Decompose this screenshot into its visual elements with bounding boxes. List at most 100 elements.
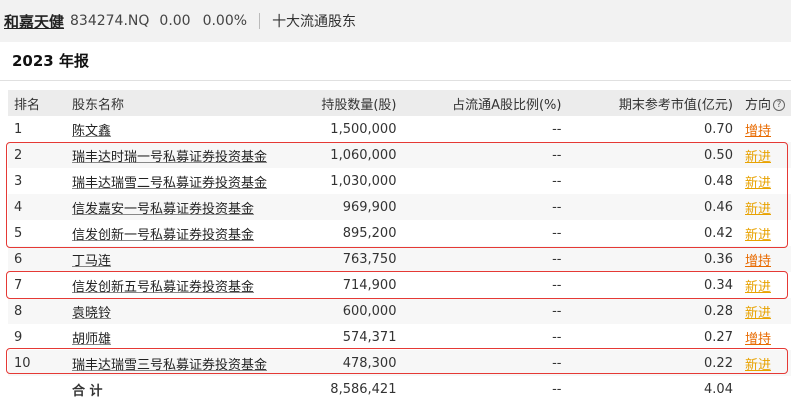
total-shares: 8,586,421 bbox=[284, 376, 403, 402]
stock-header: 和嘉天健 834274.NQ 0.00 0.00% 十大流通股东 bbox=[0, 0, 791, 42]
market-value-cell: 0.28 bbox=[567, 298, 739, 324]
direction-cell[interactable]: 新进 bbox=[738, 298, 791, 324]
question-circle-icon[interactable]: ? bbox=[773, 99, 785, 111]
holder-name-link[interactable]: 信发创新一号私募证券投资基金 bbox=[72, 228, 254, 243]
ratio-cell: -- bbox=[552, 173, 562, 189]
shareholders-table: 排名 股东名称 持股数量(股) 占流通A股比例(%) 期末参考市值(亿元) 方向… bbox=[8, 90, 791, 402]
shares-cell: 1,500,000 bbox=[330, 121, 397, 137]
col-rank: 排名 bbox=[14, 97, 41, 113]
direction-cell[interactable]: 增持 bbox=[738, 246, 791, 272]
rank-cell: 4 bbox=[8, 194, 66, 220]
table-row: 4 信发嘉安一号私募证券投资基金 969,900 -- 0.46 新进 bbox=[8, 194, 791, 220]
col-holder-name: 股东名称 bbox=[72, 97, 125, 113]
ratio-cell: -- bbox=[552, 121, 562, 137]
market-value-cell: 0.70 bbox=[704, 121, 733, 137]
total-market-value: 4.04 bbox=[567, 376, 739, 402]
holder-name-cell[interactable]: 丁马连 bbox=[66, 246, 284, 272]
header-divider bbox=[259, 13, 261, 29]
table-row: 10 瑞丰达瑞雪三号私募证券投资基金 478,300 -- 0.22 新进 bbox=[8, 350, 791, 376]
holder-name-link[interactable]: 丁马连 bbox=[72, 254, 111, 269]
rank-cell: 6 bbox=[8, 246, 66, 272]
holder-name-link[interactable]: 袁晓铃 bbox=[72, 306, 111, 321]
direction-cell[interactable]: 新进 bbox=[739, 168, 791, 194]
holder-name-link[interactable]: 信发嘉安一号私募证券投资基金 bbox=[72, 202, 254, 217]
stock-price: 0.00 bbox=[159, 13, 191, 29]
holder-name-link[interactable]: 信发创新五号私募证券投资基金 bbox=[72, 280, 254, 295]
holder-name-link[interactable]: 瑞丰达瑞雪三号私募证券投资基金 bbox=[72, 358, 267, 373]
holder-name-cell[interactable]: 信发嘉安一号私募证券投资基金 bbox=[66, 194, 284, 220]
market-value-cell: 0.48 bbox=[704, 173, 733, 189]
rank-cell: 10 bbox=[8, 350, 66, 376]
holder-name-link[interactable]: 胡师雄 bbox=[72, 332, 111, 347]
table-row: 6 丁马连 763,750 -- 0.36 增持 bbox=[8, 246, 791, 272]
holder-name-cell[interactable]: 瑞丰达瑞雪三号私募证券投资基金 bbox=[66, 350, 284, 376]
stock-change-pct: 0.00% bbox=[202, 13, 248, 29]
table-row: 2 瑞丰达时瑞一号私募证券投资基金 1,060,000 -- 0.50 新进 bbox=[8, 142, 791, 168]
section-title: 十大流通股东 bbox=[272, 14, 357, 30]
direction-cell[interactable]: 新进 bbox=[738, 142, 791, 168]
table-row: 3 瑞丰达瑞雪二号私募证券投资基金 1,030,000 -- 0.48 新进 bbox=[8, 168, 791, 194]
col-shares: 持股数量(股) bbox=[321, 97, 397, 113]
table-row: 5 信发创新一号私募证券投资基金 895,200 -- 0.42 新进 bbox=[8, 220, 791, 246]
market-value-cell: 0.36 bbox=[567, 246, 739, 272]
rank-cell: 5 bbox=[14, 225, 23, 241]
table-row: 7 信发创新五号私募证券投资基金 714,900 -- 0.34 新进 bbox=[8, 272, 791, 298]
total-spacer bbox=[8, 376, 66, 402]
rank-cell: 3 bbox=[14, 173, 23, 189]
direction-cell[interactable]: 新进 bbox=[739, 220, 791, 246]
ratio-cell: -- bbox=[402, 350, 568, 376]
market-value-cell: 0.22 bbox=[567, 350, 739, 376]
shares-cell: 895,200 bbox=[342, 225, 397, 241]
holder-name-cell[interactable]: 陈文鑫 bbox=[66, 116, 284, 142]
rank-cell: 1 bbox=[14, 121, 23, 137]
shares-cell: 478,300 bbox=[284, 350, 403, 376]
holder-name-cell[interactable]: 信发创新五号私募证券投资基金 bbox=[66, 272, 284, 298]
ratio-cell: -- bbox=[402, 298, 568, 324]
holder-name-cell[interactable]: 信发创新一号私募证券投资基金 bbox=[66, 220, 284, 246]
ratio-cell: -- bbox=[402, 142, 568, 168]
holder-name-link[interactable]: 瑞丰达时瑞一号私募证券投资基金 bbox=[72, 150, 267, 165]
ratio-cell: -- bbox=[402, 194, 568, 220]
table-header-row: 排名 股东名称 持股数量(股) 占流通A股比例(%) 期末参考市值(亿元) 方向… bbox=[8, 90, 791, 116]
shares-cell: 600,000 bbox=[284, 298, 403, 324]
total-label: 合 计 bbox=[66, 376, 284, 402]
market-value-cell: 0.34 bbox=[704, 277, 733, 293]
divider bbox=[0, 80, 791, 81]
holder-name-link[interactable]: 瑞丰达瑞雪二号私募证券投资基金 bbox=[72, 176, 267, 191]
holder-name-cell[interactable]: 瑞丰达瑞雪二号私募证券投资基金 bbox=[66, 168, 284, 194]
rank-cell: 2 bbox=[8, 142, 66, 168]
ratio-cell: -- bbox=[552, 225, 562, 241]
ratio-cell: -- bbox=[552, 277, 562, 293]
stock-name[interactable]: 和嘉天健 bbox=[4, 11, 64, 32]
market-value-cell: 0.46 bbox=[567, 194, 739, 220]
table-row: 9 胡师雄 574,371 -- 0.27 增持 bbox=[8, 324, 791, 350]
shares-cell: 1,060,000 bbox=[284, 142, 403, 168]
direction-cell[interactable]: 新进 bbox=[738, 350, 791, 376]
direction-cell[interactable]: 新进 bbox=[738, 194, 791, 220]
holder-name-cell[interactable]: 袁晓铃 bbox=[66, 298, 284, 324]
direction-cell[interactable]: 增持 bbox=[739, 324, 791, 350]
table-row: 8 袁晓铃 600,000 -- 0.28 新进 bbox=[8, 298, 791, 324]
table-row: 1 陈文鑫 1,500,000 -- 0.70 增持 bbox=[8, 116, 791, 142]
direction-cell[interactable]: 新进 bbox=[739, 272, 791, 298]
holder-name-cell[interactable]: 瑞丰达时瑞一号私募证券投资基金 bbox=[66, 142, 284, 168]
ratio-cell: -- bbox=[402, 246, 568, 272]
report-title: 2023 年报 bbox=[12, 52, 89, 70]
shares-cell: 574,371 bbox=[342, 329, 397, 345]
shares-cell: 969,900 bbox=[284, 194, 403, 220]
rank-cell: 9 bbox=[14, 329, 23, 345]
shares-cell: 1,030,000 bbox=[330, 173, 397, 189]
col-direction: 方向? bbox=[739, 90, 791, 116]
stock-code: 834274.NQ bbox=[70, 13, 150, 29]
shares-cell: 763,750 bbox=[284, 246, 403, 272]
holder-name-cell[interactable]: 胡师雄 bbox=[66, 324, 284, 350]
total-ratio: -- bbox=[402, 376, 568, 402]
rank-cell: 7 bbox=[14, 277, 23, 293]
table-total-row: 合 计 8,586,421 -- 4.04 bbox=[8, 376, 791, 402]
holder-name-link[interactable]: 陈文鑫 bbox=[72, 124, 111, 139]
rank-cell: 8 bbox=[8, 298, 66, 324]
market-value-cell: 0.42 bbox=[704, 225, 733, 241]
market-value-cell: 0.50 bbox=[567, 142, 739, 168]
direction-cell[interactable]: 增持 bbox=[739, 116, 791, 142]
total-spacer-end bbox=[738, 376, 791, 402]
